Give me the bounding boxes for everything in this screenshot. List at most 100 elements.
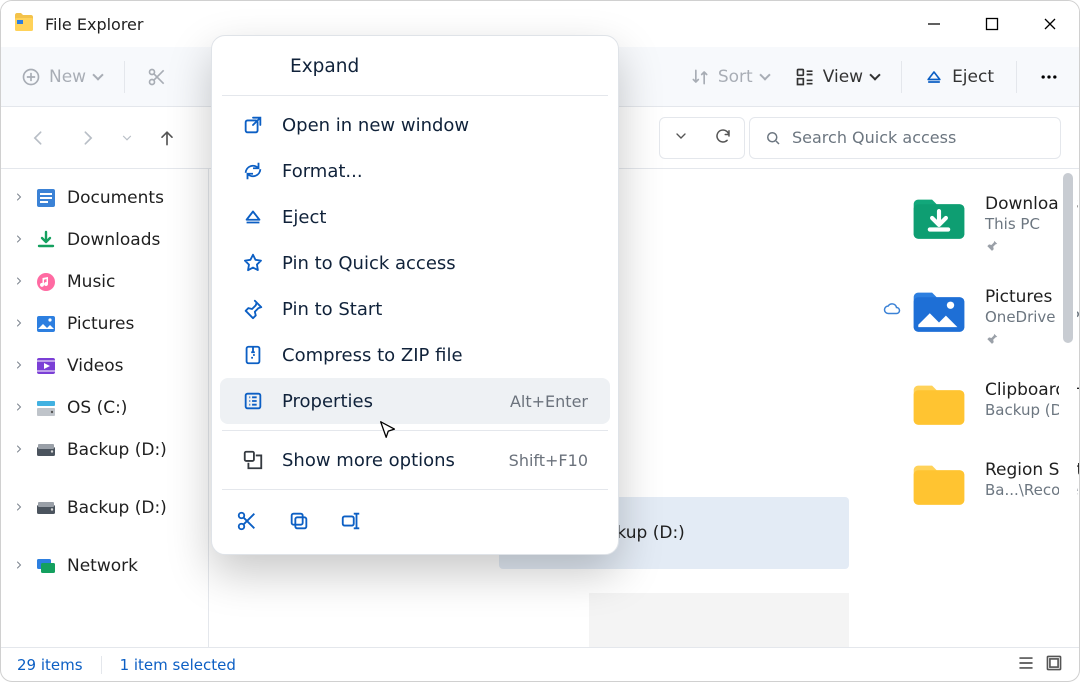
context-menu: Expand Open in new window Format... Eject P… xyxy=(211,35,619,555)
expand-chevron-icon[interactable] xyxy=(13,440,25,460)
minimize-button[interactable] xyxy=(905,1,963,47)
tile-folder[interactable]: Clipboard History Win 11Backup (D:) xyxy=(909,379,1079,429)
window-title: File Explorer xyxy=(45,15,143,34)
ctx-more-label: Show more options xyxy=(282,450,455,471)
file-explorer-window: File Explorer New Sort View xyxy=(0,0,1080,682)
ctx-copy-icon[interactable] xyxy=(288,510,310,536)
sidebar-item-pictures[interactable]: Pictures xyxy=(5,303,204,345)
search-input[interactable]: Search Quick access xyxy=(749,117,1061,159)
sidebar-item-videos[interactable]: Videos xyxy=(5,345,204,387)
ctx-open-new-window[interactable]: Open in new window xyxy=(220,102,610,148)
sort-label: Sort xyxy=(718,67,753,87)
sidebar-item-backup-d2[interactable]: Backup (D:) xyxy=(5,487,204,529)
backup-d-icon xyxy=(35,439,57,461)
ctx-item-label: Pin to Quick access xyxy=(282,253,456,274)
cursor xyxy=(377,419,399,445)
cut-button[interactable] xyxy=(135,59,179,95)
ctx-rename-icon[interactable] xyxy=(340,510,362,536)
selection-shade xyxy=(589,593,849,647)
expand-chevron-icon[interactable] xyxy=(13,498,25,518)
sidebar-item-backup-d[interactable]: Backup (D:) xyxy=(5,429,204,471)
compress-zip-icon xyxy=(242,344,264,366)
ctx-cut-icon[interactable] xyxy=(236,510,258,536)
sidebar-item-label: OS (C:) xyxy=(67,398,127,418)
pictures-icon xyxy=(35,313,57,335)
sidebar-item-documents[interactable]: Documents xyxy=(5,177,204,219)
maximize-button[interactable] xyxy=(963,1,1021,47)
eject-label: Eject xyxy=(952,67,994,87)
sidebar: Documents Downloads Music Pictures Videos OS … xyxy=(1,169,209,647)
sidebar-item-network[interactable]: Network xyxy=(5,545,204,587)
pin-quick-icon xyxy=(242,252,264,274)
music-icon xyxy=(35,271,57,293)
tile-folder[interactable]: Region Settings Windows...Ba...\Recover … xyxy=(909,459,1079,509)
ctx-compress-zip[interactable]: Compress to ZIP file xyxy=(220,332,610,378)
vertical-scrollbar[interactable] xyxy=(1059,169,1077,647)
new-label: New xyxy=(49,67,86,87)
cloud-icon xyxy=(883,300,901,322)
os-c-icon xyxy=(35,397,57,419)
videos-icon xyxy=(35,355,57,377)
tile-downloads[interactable]: DownloadsThis PC xyxy=(909,193,1079,256)
ctx-show-more-options[interactable]: Show more options Shift+F10 xyxy=(220,437,610,483)
refresh-icon[interactable] xyxy=(714,127,732,149)
sidebar-item-downloads[interactable]: Downloads xyxy=(5,219,204,261)
status-item-count: 29 items xyxy=(17,656,83,674)
sidebar-item-os-c[interactable]: OS (C:) xyxy=(5,387,204,429)
folder-icon xyxy=(909,379,969,429)
ctx-more-shortcut: Shift+F10 xyxy=(509,451,588,470)
sidebar-item-label: Backup (D:) xyxy=(67,498,167,518)
ctx-item-label: Eject xyxy=(282,207,326,228)
nav-up[interactable] xyxy=(147,118,187,158)
nav-forward[interactable] xyxy=(67,118,107,158)
format-icon xyxy=(242,160,264,182)
ctx-item-label: Format... xyxy=(282,161,363,182)
folder-icon xyxy=(909,459,969,509)
ctx-pin-quick[interactable]: Pin to Quick access xyxy=(220,240,610,286)
ctx-expand[interactable]: Expand xyxy=(220,44,610,89)
sidebar-item-label: Videos xyxy=(67,356,124,376)
sidebar-item-label: Pictures xyxy=(67,314,134,334)
ctx-pin-start[interactable]: Pin to Start xyxy=(220,286,610,332)
expand-chevron-icon[interactable] xyxy=(13,398,25,418)
expand-chevron-icon[interactable] xyxy=(13,556,25,576)
documents-icon xyxy=(35,187,57,209)
expand-chevron-icon[interactable] xyxy=(13,272,25,292)
ctx-item-label: Compress to ZIP file xyxy=(282,345,463,366)
ctx-item-shortcut: Alt+Enter xyxy=(510,392,588,411)
tile-pictures[interactable]: PicturesOneDrive - Personal xyxy=(909,286,1079,349)
backup-d2-icon xyxy=(35,497,57,519)
address-dropdown-icon[interactable] xyxy=(673,128,689,148)
expand-chevron-icon[interactable] xyxy=(13,188,25,208)
view-button[interactable]: View xyxy=(783,59,891,95)
sidebar-item-label: Downloads xyxy=(67,230,160,250)
view-label: View xyxy=(823,67,863,87)
ctx-item-label: Pin to Start xyxy=(282,299,382,320)
more-button[interactable] xyxy=(1027,59,1071,95)
eject-button[interactable]: Eject xyxy=(912,59,1006,95)
downloads-icon xyxy=(35,229,57,251)
status-selection: 1 item selected xyxy=(120,656,236,674)
view-list-icon[interactable] xyxy=(1017,654,1035,676)
expand-chevron-icon[interactable] xyxy=(13,356,25,376)
view-grid-icon[interactable] xyxy=(1045,654,1063,676)
sidebar-item-label: Backup (D:) xyxy=(67,440,167,460)
ctx-properties[interactable]: Properties Alt+Enter xyxy=(220,378,610,424)
network-icon xyxy=(35,555,57,577)
folder-icon xyxy=(909,193,969,243)
status-bar: 29 items 1 item selected xyxy=(1,647,1079,681)
ctx-eject[interactable]: Eject xyxy=(220,194,610,240)
nav-recent[interactable] xyxy=(115,118,139,158)
close-button[interactable] xyxy=(1021,1,1079,47)
sidebar-item-music[interactable]: Music xyxy=(5,261,204,303)
sidebar-item-label: Documents xyxy=(67,188,164,208)
sort-button[interactable]: Sort xyxy=(678,59,781,95)
nav-back[interactable] xyxy=(19,118,59,158)
expand-chevron-icon[interactable] xyxy=(13,314,25,334)
ctx-item-label: Properties xyxy=(282,391,373,412)
open-new-window-icon xyxy=(242,114,264,136)
ctx-format[interactable]: Format... xyxy=(220,148,610,194)
new-button[interactable]: New xyxy=(9,59,114,95)
sidebar-item-label: Network xyxy=(67,556,138,576)
expand-chevron-icon[interactable] xyxy=(13,230,25,250)
